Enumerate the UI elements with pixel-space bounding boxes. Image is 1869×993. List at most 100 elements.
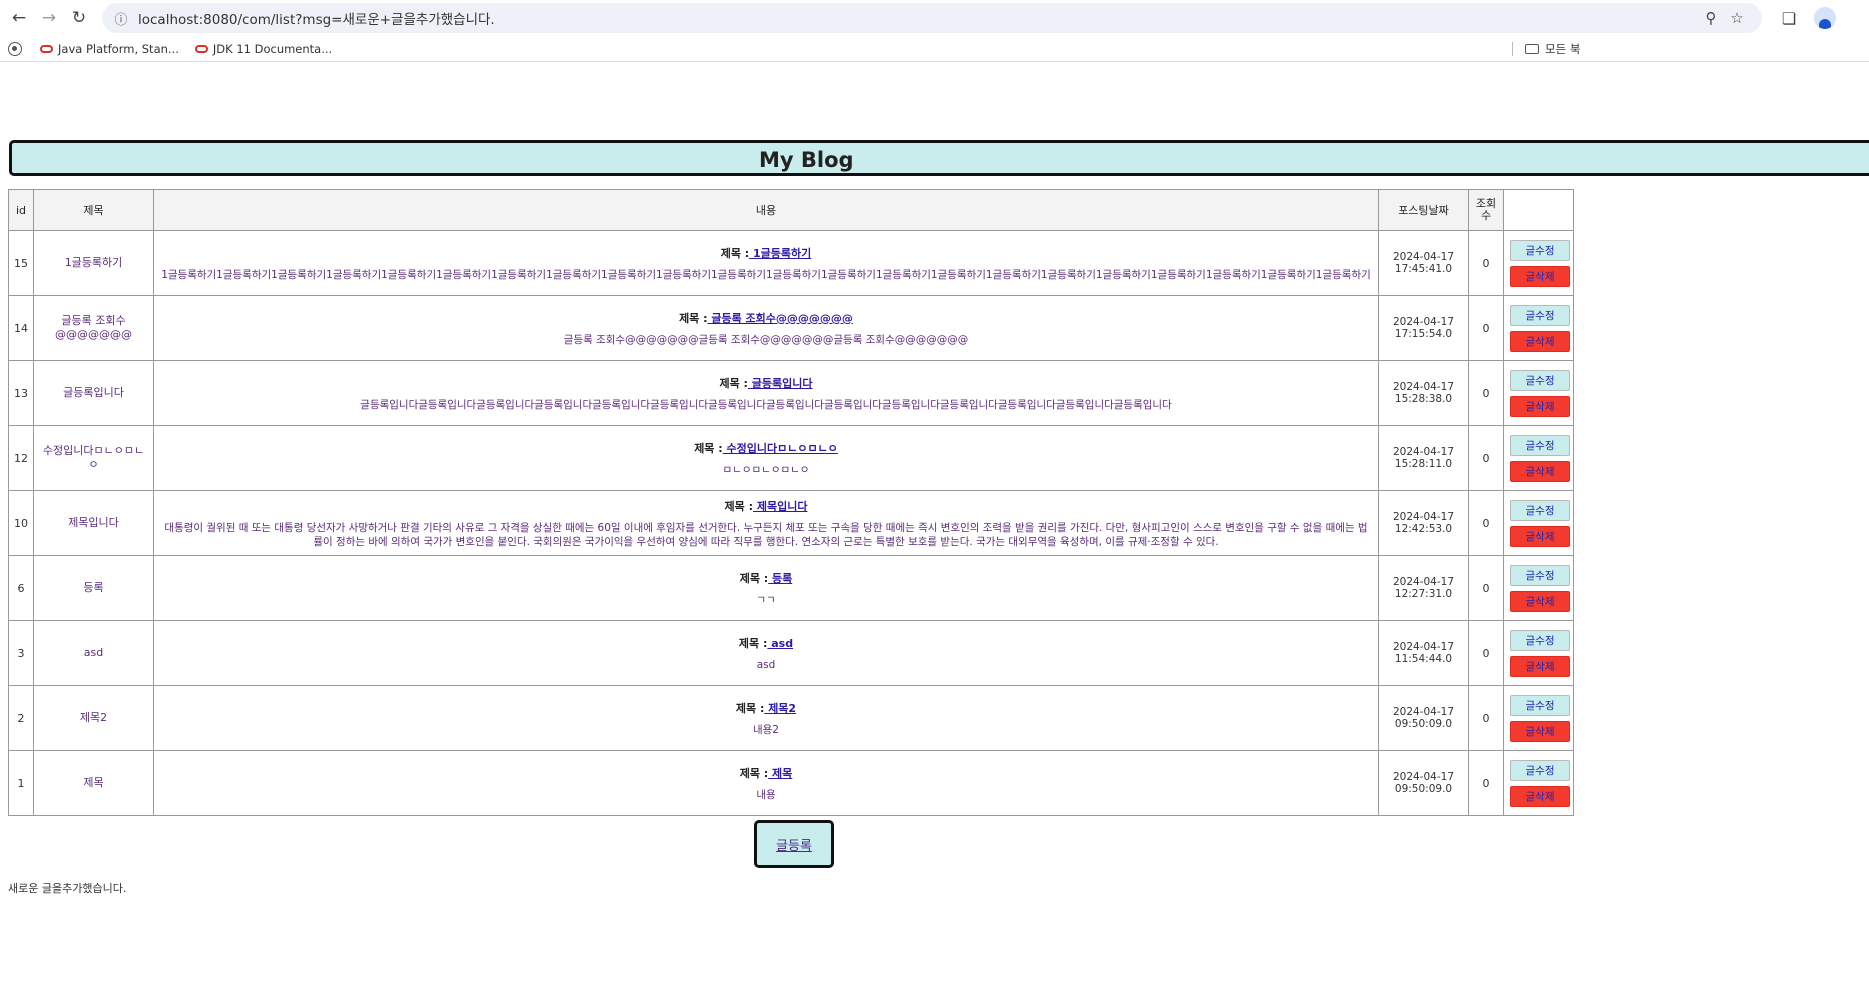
post-title[interactable]: 글등록 조회수@@@@@@@ (33, 295, 154, 361)
post-title[interactable]: 제목2 (33, 685, 154, 751)
post-content-cell: 제목 : 제목2 내용2 (153, 685, 1379, 751)
site-info-icon[interactable]: ⓘ (112, 9, 130, 28)
post-content-cell: 제목 : 등록 ㄱㄱ (153, 555, 1379, 621)
post-detail-link[interactable]: asd (767, 637, 793, 650)
post-title[interactable]: 글등록입니다 (33, 360, 154, 426)
content-title-prefix: 제목 : (739, 571, 769, 585)
profile-avatar-icon[interactable] (1814, 7, 1836, 29)
post-title[interactable]: 제목입니다 (33, 490, 154, 556)
edit-post-button[interactable]: 글수정 (1510, 239, 1570, 261)
post-detail-link[interactable]: 1글등록하기 (749, 247, 811, 260)
delete-post-button[interactable]: 글삭제 (1510, 395, 1570, 417)
post-detail-link[interactable]: 제목 (768, 767, 792, 780)
column-header-content: 내용 (153, 189, 1379, 231)
post-views: 0 (1468, 295, 1504, 361)
arrow-left-icon: ← (11, 8, 27, 28)
table-row: 14 글등록 조회수@@@@@@@ 제목 : 글등록 조회수@@@@@@@ 글등록 조… (8, 295, 1574, 361)
post-content-title: 제목 : asd (160, 635, 1372, 651)
post-id: 10 (8, 490, 34, 556)
post-id: 2 (8, 685, 34, 751)
delete-post-button[interactable]: 글삭제 (1510, 655, 1570, 677)
url-text[interactable]: localhost:8080/com/list?msg=새로운+글을추가했습니다… (138, 8, 1698, 28)
edit-post-button[interactable]: 글수정 (1510, 629, 1570, 651)
post-content-body: ㅁㄴㅇㅁㄴㅇㅁㄴㅇ (722, 463, 810, 476)
delete-post-button[interactable]: 글삭제 (1510, 460, 1570, 482)
forward-button[interactable]: → (34, 3, 64, 33)
write-post-button[interactable]: 글등록 (754, 820, 834, 868)
post-content-cell: 제목 : 수정입니다ㅁㄴㅇㅁㄴㅇ ㅁㄴㅇㅁㄴㅇㅁㄴㅇ (153, 425, 1379, 491)
post-detail-link[interactable]: 수정입니다ㅁㄴㅇㅁㄴㅇ (723, 442, 837, 455)
extensions-icon[interactable]: ❏ (1776, 9, 1802, 28)
post-date: 2024-04-17 15:28:11.0 (1378, 425, 1469, 491)
post-content-title: 제목 : 1글등록하기 (160, 245, 1372, 261)
edit-post-button[interactable]: 글수정 (1510, 434, 1570, 456)
edit-post-button[interactable]: 글수정 (1510, 304, 1570, 326)
post-date-time: 17:45:41.0 (1394, 263, 1453, 275)
post-title[interactable]: asd (33, 620, 154, 686)
all-bookmarks-label: 모든 북 (1545, 42, 1581, 56)
post-detail-link[interactable]: 글등록 조회수@@@@@@@ (708, 312, 853, 325)
post-content-cell: 제목 : 제목입니다 대통령이 궐위된 때 또는 대통령 당선자가 사망하거나 판… (153, 490, 1379, 556)
post-content-body: 글등록 조회수@@@@@@@글등록 조회수@@@@@@@글등록 조회수@@@@@… (563, 333, 969, 346)
write-post-link[interactable]: 글등록 (776, 835, 812, 854)
address-bar[interactable]: ⓘ localhost:8080/com/list?msg=새로운+글을추가했습… (102, 3, 1762, 33)
post-id: 12 (8, 425, 34, 491)
bookmarks-divider (1512, 42, 1513, 56)
delete-post-button[interactable]: 글삭제 (1510, 590, 1570, 612)
post-detail-link[interactable]: 제목입니다 (753, 500, 808, 513)
bookmark-star-icon[interactable]: ☆ (1724, 9, 1750, 27)
post-date-time: 09:50:09.0 (1394, 783, 1453, 795)
edit-post-button[interactable]: 글수정 (1510, 759, 1570, 781)
edit-post-button[interactable]: 글수정 (1510, 564, 1570, 586)
content-title-prefix: 제목 : (694, 441, 723, 455)
apps-globe-icon[interactable] (8, 41, 22, 56)
delete-post-button[interactable]: 글삭제 (1510, 525, 1570, 547)
post-detail-link[interactable]: 글등록입니다 (748, 377, 813, 390)
delete-post-button[interactable]: 글삭제 (1510, 265, 1570, 287)
post-detail-link[interactable]: 제목2 (764, 702, 796, 715)
zoom-icon[interactable]: ⚲ (1698, 9, 1724, 27)
all-bookmarks[interactable]: 모든 북 (1512, 36, 1580, 62)
edit-post-button[interactable]: 글수정 (1510, 499, 1570, 521)
post-content-body: 글등록입니다글등록입니다글등록입니다글등록입니다글등록입니다글등록입니다글등록입… (360, 398, 1172, 411)
post-views: 0 (1468, 620, 1504, 686)
delete-post-button[interactable]: 글삭제 (1510, 720, 1570, 742)
status-message: 새로운 글을추가했습니다. (8, 882, 127, 895)
post-date: 2024-04-17 09:50:09.0 (1378, 685, 1469, 751)
post-title[interactable]: 등록 (33, 555, 154, 621)
post-date-day: 2024-04-17 (1392, 446, 1455, 458)
table-row: 3 asd 제목 : asd asd 2024-04-17 11:54:44.0 0 글수정 글… (8, 620, 1574, 686)
post-date: 2024-04-17 17:45:41.0 (1378, 230, 1469, 296)
post-date-day: 2024-04-17 (1392, 706, 1455, 718)
post-actions: 글수정글삭제 (1503, 360, 1574, 426)
post-title[interactable]: 수정입니다ㅁㄴㅇㅁㄴㅇ (33, 425, 154, 491)
back-button[interactable]: ← (4, 3, 34, 33)
post-content-cell: 제목 : 1글등록하기 1글등록하기1글등록하기1글등록하기1글등록하기1글등록하… (153, 230, 1379, 296)
blog-header: My Blog (9, 140, 1869, 176)
bookmark-java-platform[interactable]: Java Platform, Stan... (40, 42, 179, 56)
post-views: 0 (1468, 555, 1504, 621)
edit-post-button[interactable]: 글수정 (1510, 694, 1570, 716)
delete-post-button[interactable]: 글삭제 (1510, 330, 1570, 352)
post-content-cell: 제목 : 제목 내용 (153, 750, 1379, 816)
bookmark-label: Java Platform, Stan... (58, 41, 179, 56)
bookmarks-bar: Java Platform, Stan... JDK 11 Documenta.… (0, 36, 1869, 62)
post-id: 3 (8, 620, 34, 686)
post-detail-link[interactable]: 등록 (768, 572, 792, 585)
oracle-logo-icon (194, 44, 208, 53)
post-title[interactable]: 1글등록하기 (33, 230, 154, 296)
post-title[interactable]: 제목 (33, 750, 154, 816)
post-date-time: 15:28:38.0 (1394, 393, 1453, 405)
table-row: 10 제목입니다 제목 : 제목입니다 대통령이 궐위된 때 또는 대통령 당선자가 … (8, 490, 1574, 556)
post-views: 0 (1468, 425, 1504, 491)
post-content-title: 제목 : 수정입니다ㅁㄴㅇㅁㄴㅇ (160, 440, 1372, 456)
post-content-title: 제목 : 등록 (160, 570, 1372, 586)
post-date-day: 2024-04-17 (1392, 641, 1455, 653)
post-content-cell: 제목 : 글등록입니다 글등록입니다글등록입니다글등록입니다글등록입니다글등록입니… (153, 360, 1379, 426)
arrow-right-icon: → (41, 8, 57, 28)
post-date: 2024-04-17 12:27:31.0 (1378, 555, 1469, 621)
reload-button[interactable]: ↻ (64, 3, 94, 33)
bookmark-jdk-docs[interactable]: JDK 11 Documenta... (194, 42, 332, 56)
edit-post-button[interactable]: 글수정 (1510, 369, 1570, 391)
delete-post-button[interactable]: 글삭제 (1510, 785, 1570, 807)
